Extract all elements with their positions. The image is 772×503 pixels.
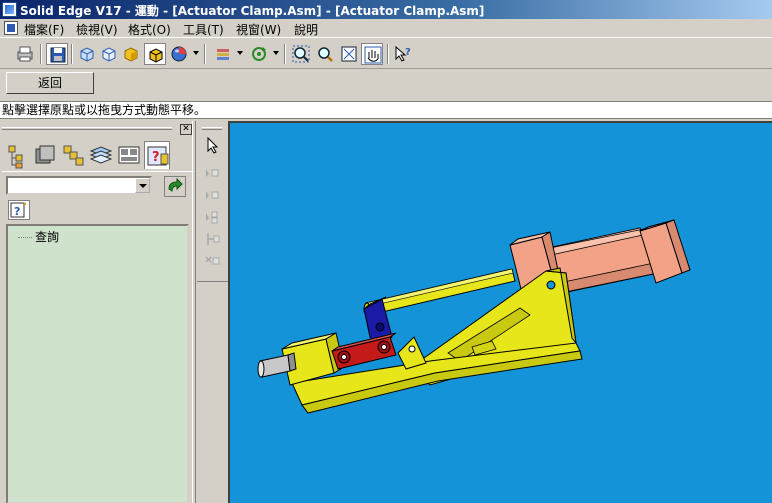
window-title: Solid Edge V17 - 運動 - [Actuator Clamp.As… [20, 4, 485, 18]
panel-splitter[interactable] [192, 121, 196, 503]
tree-item-label: 查詢 [35, 230, 60, 244]
actuator-clamp-model [257, 219, 691, 414]
edgebar-panel: ✕ ? ? 查詢 [0, 121, 196, 503]
menu-file[interactable]: 檔案(F) [24, 21, 64, 38]
menu-view[interactable]: 檢視(V) [76, 21, 118, 38]
close-icon[interactable]: ✕ [180, 124, 192, 135]
panel-grip[interactable] [2, 127, 172, 130]
select-arrow-icon[interactable] [202, 135, 222, 155]
help-pointer-icon[interactable]: ? [392, 43, 414, 65]
graphics-viewport[interactable] [228, 121, 772, 503]
command-bar: 返回 [0, 70, 772, 100]
back-button[interactable]: 返回 [6, 72, 94, 94]
query-tree[interactable]: 查詢 [6, 224, 189, 503]
menu-bar: 檔案(F) 檢視(V) 格式(O) 工具(T) 視窗(W) 說明 [0, 19, 772, 38]
chevron-down-icon[interactable] [135, 178, 150, 193]
tab-pathfinder-icon[interactable] [4, 141, 30, 169]
menu-window[interactable]: 視窗(W) [236, 21, 281, 38]
vertical-toolbar [197, 121, 228, 503]
shaded-edges-icon[interactable] [144, 43, 166, 65]
tab-query-icon[interactable]: ? [144, 141, 170, 169]
zoom-area-icon[interactable] [290, 43, 312, 65]
svg-text:?: ? [152, 150, 160, 165]
view-iso-icon[interactable] [98, 43, 120, 65]
view-front-icon[interactable] [76, 43, 98, 65]
main-toolbar: ? [0, 39, 772, 69]
cancel-move-icon [202, 251, 222, 271]
shaded-icon[interactable] [120, 43, 142, 65]
menu-tools[interactable]: 工具(T) [183, 21, 224, 38]
tree-item-query[interactable]: 查詢 [18, 228, 59, 245]
edgebar-tabs: ? [2, 139, 194, 173]
tab-views-icon[interactable] [116, 141, 142, 169]
app-icon[interactable] [2, 2, 17, 17]
document-icon[interactable] [4, 21, 18, 35]
tab-parts-library-icon[interactable] [32, 141, 58, 169]
query-combo[interactable] [6, 176, 152, 195]
prompt-bar: 點擊選擇原點或以拖曳方式動態平移。 [0, 101, 772, 119]
menu-help[interactable]: 說明 [294, 21, 318, 38]
red-clamp-arm [331, 332, 397, 370]
menu-format[interactable]: 格式(O) [128, 21, 171, 38]
fit-icon[interactable] [338, 43, 360, 65]
tab-layers-icon[interactable] [88, 141, 114, 169]
tab-family-icon[interactable] [60, 141, 86, 169]
save-icon[interactable] [46, 43, 68, 65]
sphere-icon[interactable] [168, 43, 190, 65]
pan-icon[interactable] [361, 43, 383, 65]
layers-icon[interactable] [212, 43, 234, 65]
align-icon [202, 229, 222, 249]
query-panel: ? 查詢 [2, 171, 194, 503]
svg-text:?: ? [405, 47, 411, 58]
new-query-icon[interactable]: ? [8, 200, 30, 220]
zoom-icon[interactable] [314, 43, 336, 65]
title-bar: Solid Edge V17 - 運動 - [Actuator Clamp.As… [0, 0, 772, 19]
actuator-rod [363, 268, 516, 316]
svg-text:?: ? [14, 205, 20, 218]
rotate-icon[interactable] [248, 43, 270, 65]
run-query-button[interactable] [164, 176, 186, 197]
print-icon[interactable] [14, 43, 36, 65]
move-y-icon [202, 185, 222, 205]
move-z-icon [202, 207, 222, 227]
move-x-icon [202, 163, 222, 183]
